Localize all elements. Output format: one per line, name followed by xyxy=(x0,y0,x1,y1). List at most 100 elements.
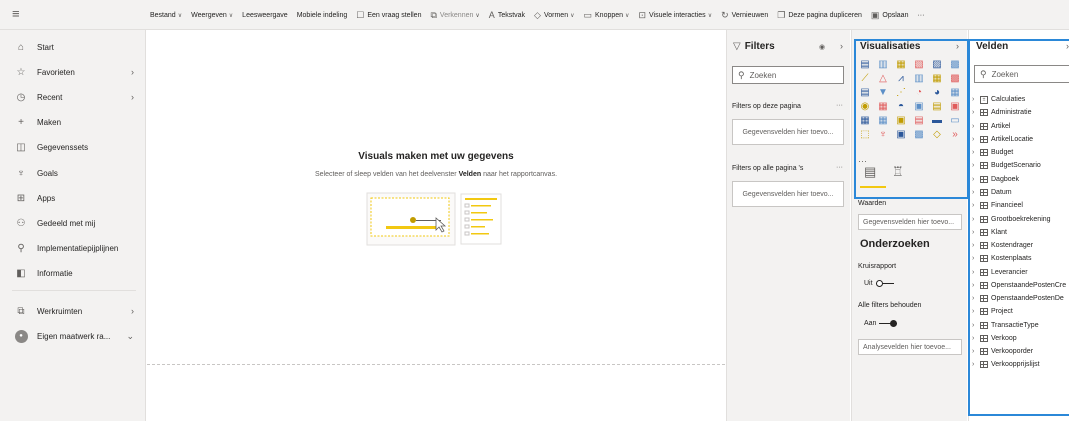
visual-type-icon[interactable]: ▣ xyxy=(910,99,928,113)
visual-type-icon[interactable]: ▦ xyxy=(856,113,874,127)
visual-type-icon[interactable]: ◉ xyxy=(856,99,874,113)
chevron-right-icon[interactable]: › xyxy=(131,67,134,77)
visual-type-icon[interactable]: ▣ xyxy=(892,113,910,127)
visual-type-icon[interactable]: ♆ xyxy=(874,127,892,141)
visual-type-icon[interactable]: ◔ xyxy=(910,85,928,99)
chevron-right-icon[interactable]: › xyxy=(972,335,980,342)
ribbon-een-vraag-stellen-button[interactable]: ☐ Een vraag stellen xyxy=(356,10,421,21)
chevron-right-icon[interactable]: › xyxy=(972,229,980,236)
chevron-right-icon[interactable]: › xyxy=(972,282,980,289)
filters-page-drop-well[interactable]: Gegevensvelden hier toevo... xyxy=(732,119,844,145)
chevron-right-icon[interactable]: › xyxy=(972,162,980,169)
visual-type-icon[interactable]: ▦ xyxy=(874,99,892,113)
visual-type-icon[interactable]: ▥ xyxy=(874,57,892,71)
chevron-right-icon[interactable]: › xyxy=(972,202,980,209)
field-table-item[interactable]: › Leverancier xyxy=(972,265,1069,278)
nav-item-werkruimten[interactable]: ⧉ Werkruimten › xyxy=(0,300,146,322)
nav-item-start[interactable]: ⌂ Start xyxy=(0,36,146,58)
eye-icon[interactable]: ◉ xyxy=(819,43,825,51)
visual-type-icon[interactable]: ▩ xyxy=(910,127,928,141)
nav-item-gegevenssets[interactable]: ◫ Gegevenssets xyxy=(0,137,146,159)
visual-type-icon[interactable]: » xyxy=(946,127,964,141)
chevron-right-icon[interactable]: › xyxy=(972,109,980,116)
nav-item-informatie[interactable]: ◧ Informatie xyxy=(0,263,146,285)
visual-type-icon[interactable]: ▥ xyxy=(910,71,928,85)
visual-type-icon[interactable]: ⩘ xyxy=(892,71,910,85)
chevron-right-icon[interactable]: › xyxy=(131,306,134,316)
field-table-item[interactable]: › Datum xyxy=(972,186,1069,199)
nav-item-favorieten[interactable]: ☆ Favorieten › xyxy=(0,61,146,83)
chevron-right-icon[interactable]: › xyxy=(972,96,980,103)
chevron-right-icon[interactable]: › xyxy=(972,136,980,143)
ribbon-vormen-button[interactable]: ◇ Vormen ∨ xyxy=(534,10,574,21)
ribbon-deze-pagina-dupliceren-button[interactable]: ❐ Deze pagina dupliceren xyxy=(777,10,862,21)
alle-filters-toggle[interactable]: Aan xyxy=(864,320,898,327)
field-table-item[interactable]: › OpenstaandePostenCre xyxy=(972,279,1069,292)
chevron-right-icon[interactable]: › xyxy=(972,255,980,262)
nav-item-implementatie[interactable]: ⚲ Implementatiepijplijnen xyxy=(0,238,146,260)
nav-item-maken[interactable]: + Maken xyxy=(0,112,146,134)
field-table-item[interactable]: › Kostendrager xyxy=(972,239,1069,252)
nav-item-goals[interactable]: ♆ Goals xyxy=(0,162,146,184)
fields-tab-icon[interactable]: ▤ xyxy=(864,164,876,180)
visual-type-icon[interactable]: ▤ xyxy=(910,113,928,127)
filters-search-input[interactable]: ⚲ Zoeken xyxy=(732,66,844,84)
field-table-item[interactable]: › Administratie xyxy=(972,106,1069,119)
report-canvas[interactable]: Visuals maken met uw gegevens Selecteer … xyxy=(147,30,725,421)
ribbon-mobiele-indeling-button[interactable]: Mobiele indeling xyxy=(297,12,348,19)
chevron-right-icon[interactable]: › xyxy=(972,308,980,315)
chevron-right-icon[interactable]: › xyxy=(972,189,980,196)
filters-all-more-icon[interactable]: ··· xyxy=(836,164,843,171)
visual-type-icon[interactable]: ▩ xyxy=(946,71,964,85)
chevron-right-icon[interactable]: › xyxy=(972,269,980,276)
visual-type-icon[interactable]: ▤ xyxy=(928,99,946,113)
kruisrapport-toggle[interactable]: Uit xyxy=(864,280,894,287)
ribbon-more-icon[interactable]: ··· xyxy=(917,12,924,19)
field-table-item[interactable]: › ArtikelLocatie xyxy=(972,133,1069,146)
visual-type-icon[interactable]: ▤ xyxy=(856,85,874,99)
visual-type-icon[interactable]: ▦ xyxy=(946,85,964,99)
filters-page-more-icon[interactable]: ··· xyxy=(836,102,843,109)
chevron-right-icon[interactable]: › xyxy=(972,361,980,368)
field-table-item[interactable]: › Verkooporder xyxy=(972,345,1069,358)
field-table-item[interactable]: › Artikel xyxy=(972,120,1069,133)
field-table-item[interactable]: › Verkoop xyxy=(972,332,1069,345)
hamburger-menu-icon[interactable]: ≡ xyxy=(12,7,20,21)
visual-type-icon[interactable]: ▣ xyxy=(946,99,964,113)
analyse-drop-well[interactable]: Analysevelden hier toevoe... xyxy=(858,339,962,355)
ribbon-bestand-button[interactable]: Bestand ∨ xyxy=(150,12,182,19)
visual-type-icon[interactable]: ▭ xyxy=(946,113,964,127)
nav-item-apps[interactable]: ⊞ Apps xyxy=(0,187,146,209)
ribbon-tekstvak-button[interactable]: A Tekstvak xyxy=(489,10,525,20)
collapse-visualizations-chevron-icon[interactable]: › xyxy=(956,41,959,51)
visual-type-icon[interactable]: ▦ xyxy=(892,57,910,71)
collapse-filters-chevron-icon[interactable]: › xyxy=(840,41,843,51)
chevron-right-icon[interactable]: › xyxy=(972,348,980,355)
ribbon-vernieuwen-button[interactable]: ↻ Vernieuwen xyxy=(721,10,768,21)
chevron-right-icon[interactable]: › xyxy=(972,176,980,183)
field-table-item[interactable]: › Project xyxy=(972,305,1069,318)
chevron-right-icon[interactable]: › xyxy=(972,216,980,223)
visual-type-icon[interactable]: ◇ xyxy=(928,127,946,141)
nav-item-eigen-maatwerk[interactable]: ● Eigen maatwerk ra... ⌄ xyxy=(0,325,146,347)
visual-type-icon[interactable]: ▣ xyxy=(892,127,910,141)
field-table-item[interactable]: › OpenstaandePostenDe xyxy=(972,292,1069,305)
visual-type-icon[interactable]: ▤ xyxy=(856,57,874,71)
visual-type-icon[interactable]: ▦ xyxy=(874,113,892,127)
chevron-right-icon[interactable]: › xyxy=(972,322,980,329)
visual-type-icon[interactable]: △ xyxy=(874,71,892,85)
chevron-down-icon[interactable]: ⌄ xyxy=(126,331,134,342)
ribbon-verkennen-button[interactable]: ⧉ Verkennen ∨ xyxy=(430,10,479,21)
chevron-right-icon[interactable]: › xyxy=(972,242,980,249)
format-paintroller-icon[interactable]: ♖ xyxy=(892,164,904,180)
field-table-item[interactable]: › TransactieType xyxy=(972,319,1069,332)
chevron-right-icon[interactable]: › xyxy=(131,92,134,102)
visual-type-icon[interactable]: ▩ xyxy=(946,57,964,71)
field-table-item[interactable]: › Budget xyxy=(972,146,1069,159)
field-table-item[interactable]: › BudgetScenario xyxy=(972,159,1069,172)
visual-type-icon[interactable]: ⟋ xyxy=(856,71,874,85)
ribbon-weergeven-button[interactable]: Weergeven ∨ xyxy=(191,12,233,19)
field-table-item[interactable]: › ± Calculaties xyxy=(972,93,1069,106)
ribbon-opslaan-button[interactable]: ▣ Opslaan xyxy=(871,10,909,21)
visual-type-icon[interactable]: ▬ xyxy=(928,113,946,127)
